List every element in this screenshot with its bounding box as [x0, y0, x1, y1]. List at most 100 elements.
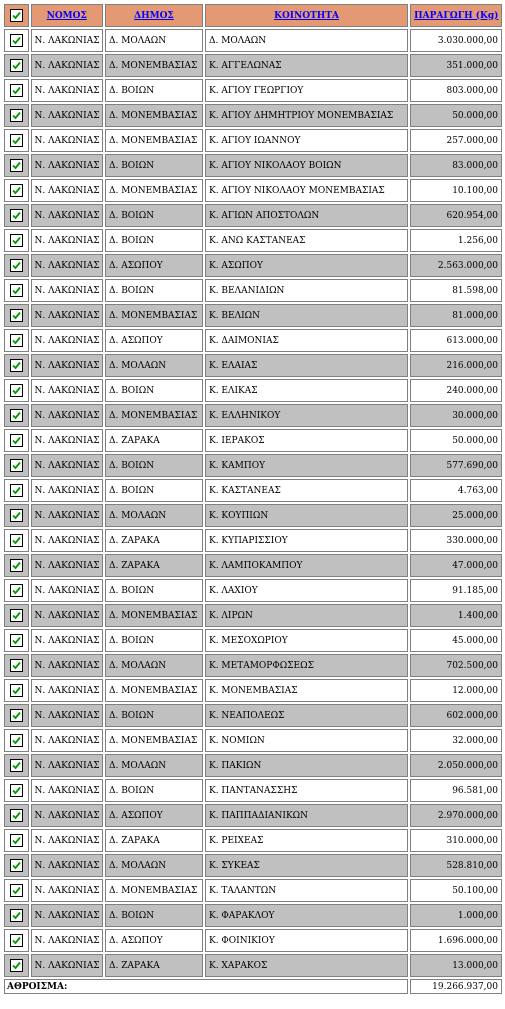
cell-dimos: Δ. ΜΟΝΕΜΒΑΣΙΑΣ — [104, 104, 203, 127]
cell-paragogi: 330.000,00 — [410, 529, 502, 552]
row-checkbox[interactable] — [9, 409, 23, 422]
cell-koinotita: Κ. ΛΑΜΠΟΚΑΜΠΟΥ — [204, 554, 409, 577]
row-checkbox[interactable] — [9, 859, 23, 872]
table-row: Ν. ΛΑΚΩΝΙΑΣ Δ. ΑΣΩΠΟΥ Κ. ΠΑΠΠΑΔΙΑΝΙΚΩΝ 2.97… — [4, 804, 502, 827]
table-row: Ν. ΛΑΚΩΝΙΑΣ Δ. ΜΟΛΑΩΝ Κ. ΠΑΚΙΩΝ 2.050.000,0… — [4, 754, 502, 777]
row-checkbox[interactable] — [9, 234, 23, 247]
checkmark-icon — [12, 786, 21, 795]
cell-nomos: Ν. ΛΑΚΩΝΙΑΣ — [30, 804, 103, 827]
row-checkbox[interactable] — [9, 709, 23, 722]
row-checkbox[interactable] — [9, 34, 23, 47]
row-checkbox[interactable] — [9, 309, 23, 322]
row-checkbox[interactable] — [9, 359, 23, 372]
table-row: Ν. ΛΑΚΩΝΙΑΣ Δ. ΜΟΛΑΩΝ Κ. ΚΟΥΠΙΩΝ 25.000,00 — [4, 504, 502, 527]
select-all-checkbox[interactable] — [9, 9, 23, 22]
cell-koinotita: Κ. ΜΟΝΕΜΒΑΣΙΑΣ — [204, 679, 409, 702]
cell-koinotita: Κ. ΑΓΙΟΥ ΓΕΩΡΓΙΟΥ — [204, 79, 409, 102]
cell-dimos: Δ. ΖΑΡΑΚΑ — [104, 829, 203, 852]
table-row: Ν. ΛΑΚΩΝΙΑΣ Δ. ΜΟΝΕΜΒΑΣΙΑΣ Κ. ΑΓΙΟΥ ΔΗΜΗΤΡ… — [4, 104, 502, 127]
row-checkbox[interactable] — [9, 734, 23, 747]
table-row: Ν. ΛΑΚΩΝΙΑΣ Δ. ΖΑΡΑΚΑ Κ. ΧΑΡΑΚΟΣ 13.000,00 — [4, 954, 502, 977]
sort-link-dimos[interactable]: ΔΗΜΟΣ — [134, 11, 174, 21]
cell-paragogi: 577.690,00 — [410, 454, 502, 477]
cell-paragogi: 83.000,00 — [410, 154, 502, 177]
cell-dimos: Δ. ΜΟΝΕΜΒΑΣΙΑΣ — [104, 304, 203, 327]
row-checkbox[interactable] — [9, 459, 23, 472]
checkmark-icon — [12, 761, 21, 770]
row-checkbox[interactable] — [9, 284, 23, 297]
checkmark-icon — [12, 361, 21, 370]
cell-paragogi: 96.581,00 — [410, 779, 502, 802]
row-checkbox[interactable] — [9, 684, 23, 697]
row-select-cell — [4, 654, 29, 677]
row-checkbox[interactable] — [9, 959, 23, 972]
row-checkbox[interactable] — [9, 209, 23, 222]
row-checkbox[interactable] — [9, 134, 23, 147]
cell-paragogi: 47.000,00 — [410, 554, 502, 577]
row-select-cell — [4, 904, 29, 927]
row-checkbox[interactable] — [9, 434, 23, 447]
table-row: Ν. ΛΑΚΩΝΙΑΣ Δ. ΑΣΩΠΟΥ Κ. ΑΣΩΠΟΥ 2.563.000,0… — [4, 254, 502, 277]
checkmark-icon — [12, 211, 21, 220]
row-select-cell — [4, 354, 29, 377]
row-checkbox[interactable] — [9, 834, 23, 847]
table-row: Ν. ΛΑΚΩΝΙΑΣ Δ. ΒΟΙΩΝ Κ. ΛΑΧΙΟΥ 91.185,00 — [4, 579, 502, 602]
cell-dimos: Δ. ΜΟΛΑΩΝ — [104, 354, 203, 377]
cell-dimos: Δ. ΑΣΩΠΟΥ — [104, 329, 203, 352]
row-checkbox[interactable] — [9, 934, 23, 947]
row-checkbox[interactable] — [9, 659, 23, 672]
cell-nomos: Ν. ΛΑΚΩΝΙΑΣ — [30, 729, 103, 752]
cell-paragogi: 50.000,00 — [410, 429, 502, 452]
cell-dimos: Δ. ΜΟΝΕΜΒΑΣΙΑΣ — [104, 679, 203, 702]
cell-dimos: Δ. ΖΑΡΑΚΑ — [104, 954, 203, 977]
cell-nomos: Ν. ΛΑΚΩΝΙΑΣ — [30, 454, 103, 477]
row-checkbox[interactable] — [9, 634, 23, 647]
row-checkbox[interactable] — [9, 484, 23, 497]
sort-link-koinotita[interactable]: ΚΟΙΝΟΤΗΤΑ — [274, 11, 339, 21]
row-checkbox[interactable] — [9, 584, 23, 597]
row-select-cell — [4, 704, 29, 727]
row-select-cell — [4, 79, 29, 102]
table-header-row: ΝΟΜΟΣ ΔΗΜΟΣ ΚΟΙΝΟΤΗΤΑ ΠΑΡΑΓΩΓΗ (Kg) — [4, 4, 502, 27]
cell-paragogi: 2.050.000,00 — [410, 754, 502, 777]
cell-dimos: Δ. ΜΟΝΕΜΒΑΣΙΑΣ — [104, 129, 203, 152]
row-checkbox[interactable] — [9, 184, 23, 197]
row-checkbox[interactable] — [9, 559, 23, 572]
row-checkbox[interactable] — [9, 909, 23, 922]
row-select-cell — [4, 604, 29, 627]
cell-dimos: Δ. ΒΟΙΩΝ — [104, 229, 203, 252]
checkmark-icon — [12, 186, 21, 195]
cell-paragogi: 620.954,00 — [410, 204, 502, 227]
row-checkbox[interactable] — [9, 509, 23, 522]
sort-link-nomos[interactable]: ΝΟΜΟΣ — [47, 11, 87, 21]
cell-nomos: Ν. ΛΑΚΩΝΙΑΣ — [30, 404, 103, 427]
row-select-cell — [4, 279, 29, 302]
row-checkbox[interactable] — [9, 809, 23, 822]
cell-nomos: Ν. ΛΑΚΩΝΙΑΣ — [30, 904, 103, 927]
row-checkbox[interactable] — [9, 59, 23, 72]
row-checkbox[interactable] — [9, 609, 23, 622]
row-checkbox[interactable] — [9, 884, 23, 897]
sort-link-paragogi[interactable]: ΠΑΡΑΓΩΓΗ (Kg) — [414, 11, 498, 21]
row-checkbox[interactable] — [9, 159, 23, 172]
row-checkbox[interactable] — [9, 259, 23, 272]
row-checkbox[interactable] — [9, 109, 23, 122]
row-checkbox[interactable] — [9, 784, 23, 797]
checkmark-icon — [12, 911, 21, 920]
row-checkbox[interactable] — [9, 759, 23, 772]
cell-koinotita: Κ. ΡΕΙΧΕΑΣ — [204, 829, 409, 852]
cell-dimos: Δ. ΑΣΩΠΟΥ — [104, 929, 203, 952]
row-checkbox[interactable] — [9, 334, 23, 347]
row-checkbox[interactable] — [9, 84, 23, 97]
table-row: Ν. ΛΑΚΩΝΙΑΣ Δ. ΜΟΝΕΜΒΑΣΙΑΣ Κ. ΤΑΛΑΝΤΩΝ 50.1… — [4, 879, 502, 902]
table-row: Ν. ΛΑΚΩΝΙΑΣ Δ. ΒΟΙΩΝ Κ. ΑΓΙΩΝ ΑΠΟΣΤΟΛΩΝ 620… — [4, 204, 502, 227]
table-row: Ν. ΛΑΚΩΝΙΑΣ Δ. ΜΟΝΕΜΒΑΣΙΑΣ Κ. ΝΟΜΙΩΝ 32.000… — [4, 729, 502, 752]
row-checkbox[interactable] — [9, 534, 23, 547]
cell-nomos: Ν. ΛΑΚΩΝΙΑΣ — [30, 929, 103, 952]
cell-nomos: Ν. ΛΑΚΩΝΙΑΣ — [30, 954, 103, 977]
checkmark-icon — [12, 136, 21, 145]
row-checkbox[interactable] — [9, 384, 23, 397]
cell-koinotita: Κ. ΣΥΚΕΑΣ — [204, 854, 409, 877]
cell-nomos: Ν. ΛΑΚΩΝΙΑΣ — [30, 504, 103, 527]
cell-paragogi: 81.000,00 — [410, 304, 502, 327]
